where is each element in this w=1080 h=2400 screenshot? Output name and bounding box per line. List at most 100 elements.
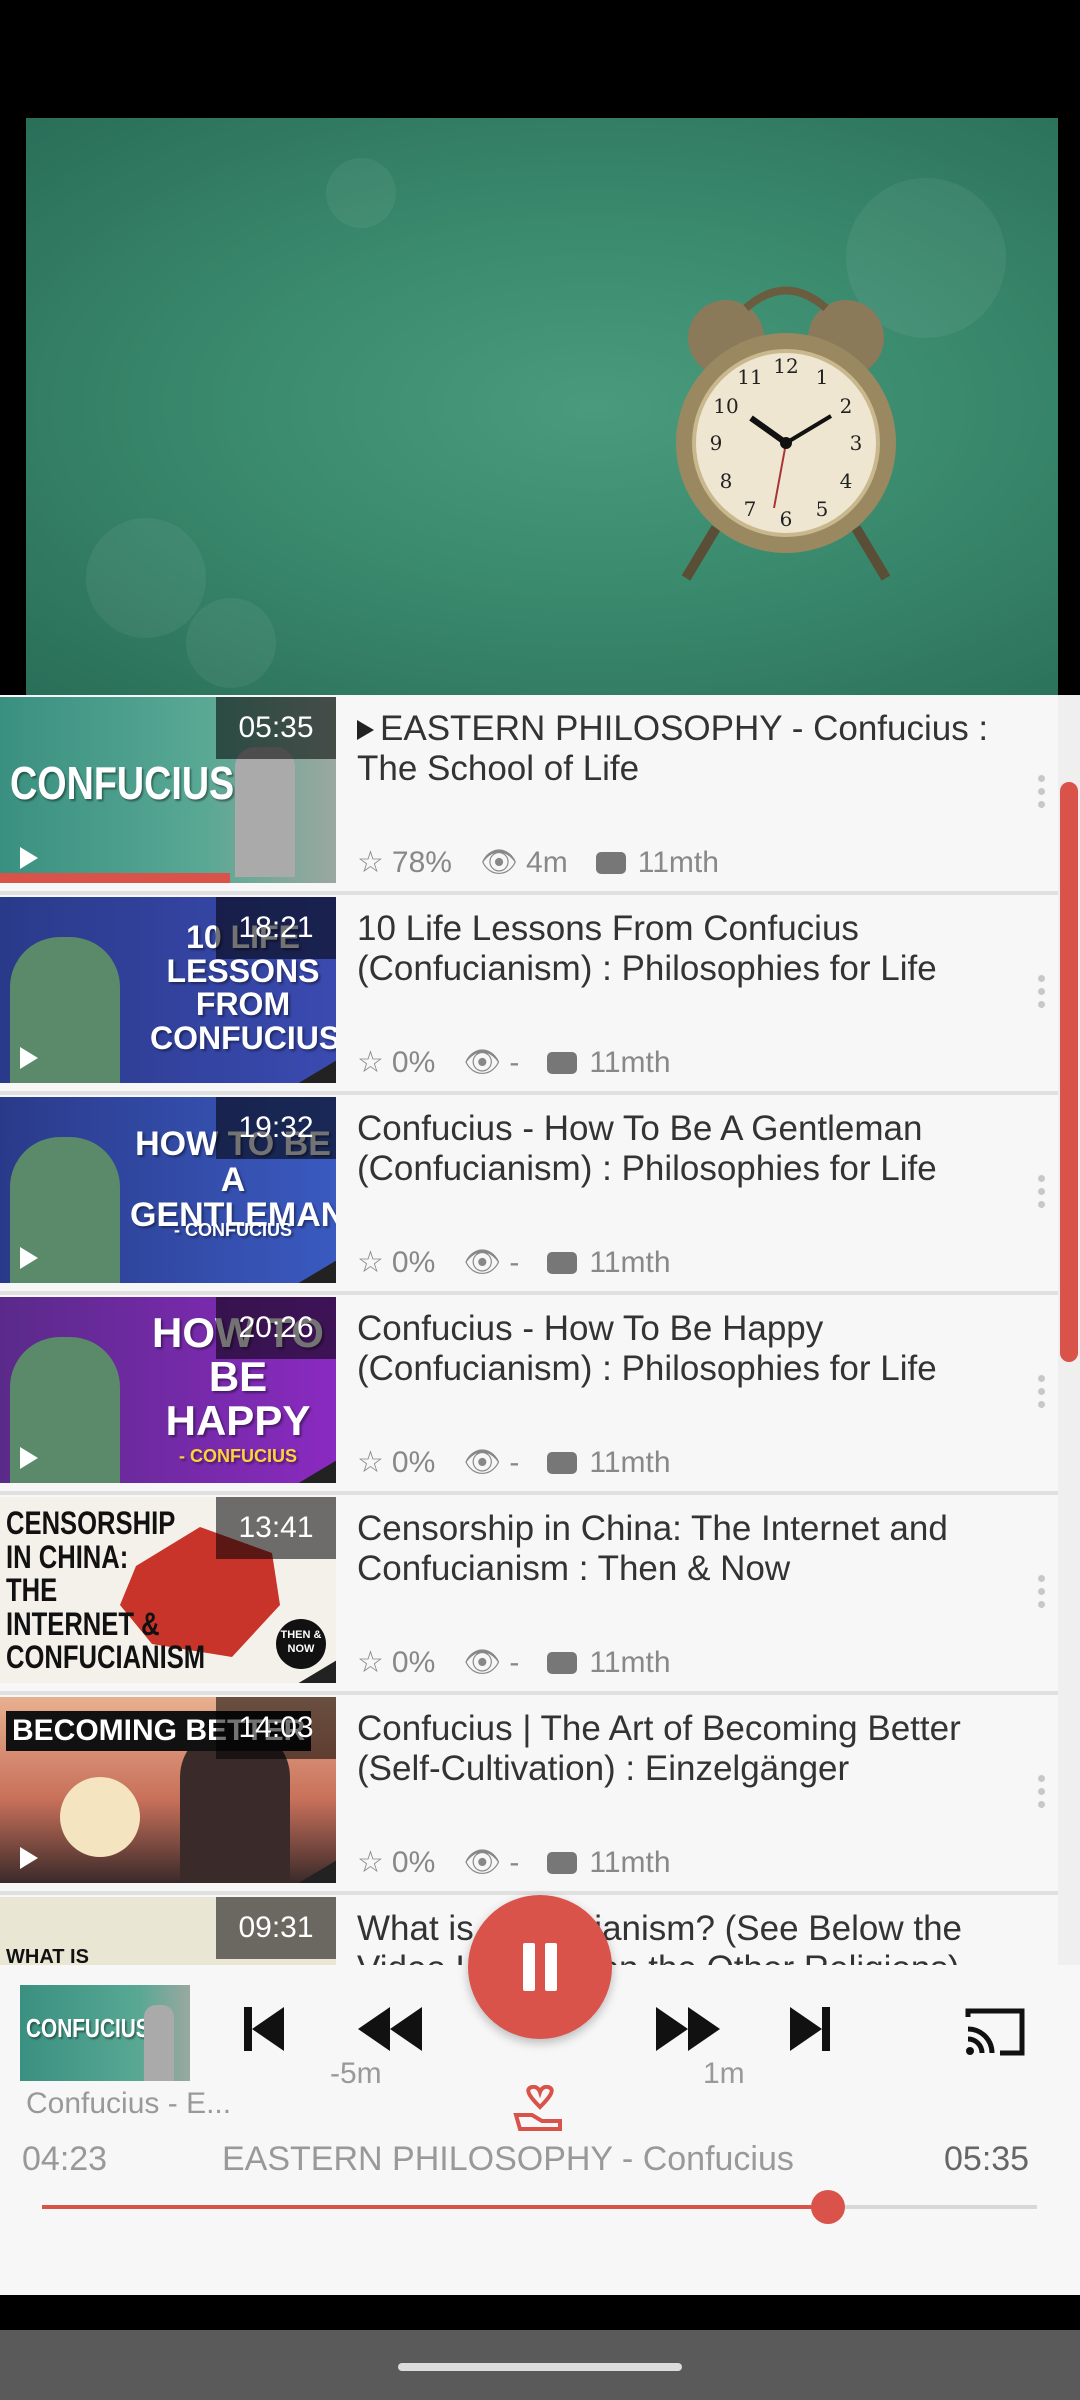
seek-track[interactable] (42, 2190, 1037, 2224)
current-time: 04:23 (22, 2140, 108, 2178)
duration-badge: 05:35 (216, 697, 336, 759)
playlist-scrollbar[interactable] (1060, 782, 1078, 1362)
rewind-label: -5m (330, 2057, 382, 2090)
fast-forward-icon-part (688, 2007, 720, 2051)
rating: 0% (391, 1645, 436, 1679)
play-icon (20, 847, 38, 869)
next-bar (822, 2007, 830, 2051)
total-time: 05:35 (944, 2140, 1030, 2178)
svg-text:3: 3 (850, 431, 863, 455)
video-title[interactable]: What is Confucianism? (See Below the Vid… (357, 1909, 1047, 1965)
rating: 0% (391, 1845, 436, 1879)
video-thumbnail[interactable]: CENSORSHIP IN CHINA: THE INTERNET & CONF… (0, 1497, 336, 1683)
play-icon (20, 1847, 38, 1869)
thumbnail-corner (297, 1460, 336, 1483)
youtube-icon (547, 1451, 578, 1474)
playlist[interactable]: CONFUCIUS 05:35 EASTERN PHILOSOPHY - Con… (0, 695, 1080, 1965)
video-thumbnail[interactable]: HOW TO BE A GENTLEMAN - CONFUCIUS 19:32 (0, 1097, 336, 1283)
age: 11mth (589, 1845, 671, 1879)
video-title[interactable]: 10 Life Lessons From Confucius (Confucia… (357, 909, 1047, 989)
star-icon: ☆ (357, 1646, 384, 1679)
previous-bar (244, 2007, 252, 2051)
home-gesture-pill[interactable] (398, 2363, 682, 2371)
video-meta: ☆ 0% 👁 - 11mth (357, 1445, 671, 1480)
video-player[interactable]: 12 3 6 9 12 45 7 8 10 11 (26, 118, 1058, 695)
pause-button[interactable] (468, 1895, 612, 2039)
svg-text:2: 2 (840, 394, 853, 418)
thumbnail-text: CONFUCIUS (10, 757, 235, 809)
age: 11mth (589, 1045, 671, 1079)
video-thumbnail[interactable]: HOW TO BE HAPPY - CONFUCIUS 20:26 (0, 1297, 336, 1483)
video-title[interactable]: EASTERN PHILOSOPHY - Confucius : The Sch… (357, 709, 1047, 789)
skip-next-icon (790, 2007, 822, 2051)
thumbnail-corner (297, 1260, 336, 1283)
bokeh (86, 518, 206, 638)
more-options-icon[interactable] (1038, 1175, 1046, 1215)
play-icon (20, 1247, 38, 1269)
video-thumbnail[interactable]: WHAT IS 09:31 (0, 1897, 336, 1965)
more-options-icon[interactable] (1038, 1575, 1046, 1615)
playlist-item[interactable]: 10 LIFE LESSONS FROM CONFUCIUS 18:21 10 … (0, 895, 1058, 1095)
more-options-icon[interactable] (1038, 1775, 1046, 1815)
video-title[interactable]: Confucius | The Art of Becoming Better (… (357, 1709, 1047, 1789)
svg-text:8: 8 (720, 469, 733, 493)
video-meta: ☆ 0% 👁 - 11mth (357, 1845, 671, 1880)
duration-badge: 14:03 (216, 1697, 336, 1759)
forward-label: 1m (703, 2057, 745, 2090)
watch-progress (0, 873, 230, 883)
more-options-icon[interactable] (1038, 1375, 1046, 1415)
skip-previous-icon (252, 2007, 284, 2051)
rating: 0% (391, 1045, 436, 1079)
playlist-item[interactable]: BECOMING BETTER 14:03 Confucius | The Ar… (0, 1695, 1058, 1895)
previous-track-button[interactable] (244, 2007, 284, 2056)
playlist-item[interactable]: CONFUCIUS 05:35 EASTERN PHILOSOPHY - Con… (0, 695, 1058, 895)
svg-text:5: 5 (816, 497, 829, 521)
video-title[interactable]: Confucius - How To Be Happy (Confucianis… (357, 1309, 1047, 1389)
playlist-item[interactable]: CENSORSHIP IN CHINA: THE INTERNET & CONF… (0, 1495, 1058, 1695)
seek-handle[interactable] (811, 2190, 846, 2224)
playlist-item[interactable]: HOW TO BE A GENTLEMAN - CONFUCIUS 19:32 … (0, 1095, 1058, 1295)
donate-icon[interactable] (512, 2085, 568, 2135)
more-options-icon[interactable] (1038, 775, 1046, 815)
eye-icon: 👁 (463, 1246, 502, 1279)
youtube-icon (547, 1651, 578, 1674)
more-options-icon[interactable] (1038, 975, 1046, 1015)
cast-icon[interactable] (964, 2007, 1026, 2057)
seek-progress (42, 2205, 829, 2209)
views: - (509, 1645, 520, 1679)
views: - (509, 1445, 520, 1479)
rewind-button[interactable] (358, 2007, 422, 2056)
bokeh (326, 158, 396, 228)
play-icon (20, 1047, 38, 1069)
thumbnail-corner (297, 1860, 336, 1883)
video-thumbnail[interactable]: 10 LIFE LESSONS FROM CONFUCIUS 18:21 (0, 897, 336, 1083)
track-title: EASTERN PHILOSOPHY - Confucius (222, 2140, 794, 2178)
rewind-icon-part (390, 2007, 422, 2051)
eye-icon: 👁 (463, 1446, 502, 1479)
video-thumbnail[interactable]: BECOMING BETTER 14:03 (0, 1697, 336, 1883)
playlist-item[interactable]: HOW TO BE HAPPY - CONFUCIUS 20:26 Confuc… (0, 1295, 1058, 1495)
video-title[interactable]: Confucius - How To Be A Gentleman (Confu… (357, 1109, 1047, 1189)
age: 11mth (589, 1445, 671, 1479)
duration-badge: 19:32 (216, 1097, 336, 1159)
next-track-button[interactable] (790, 2007, 830, 2056)
video-title[interactable]: Censorship in China: The Internet and Co… (357, 1509, 1047, 1589)
rating: 0% (391, 1445, 436, 1479)
alarm-clock-image: 12 3 6 9 12 45 78 10 11 (676, 286, 896, 581)
youtube-icon (547, 1851, 578, 1874)
fast-forward-button[interactable] (656, 2007, 720, 2056)
video-thumbnail[interactable]: CONFUCIUS 05:35 (0, 697, 336, 883)
thumbnail-subtext: - CONFUCIUS (174, 1220, 292, 1240)
svg-text:10: 10 (713, 394, 738, 418)
eye-icon: 👁 (463, 1646, 502, 1679)
fast-forward-icon (656, 2007, 688, 2051)
now-playing-short-title: Confucius - E... (26, 2087, 232, 2120)
now-playing-thumbnail[interactable]: CONFUCIUS (20, 1985, 190, 2081)
youtube-icon (595, 851, 626, 874)
views: - (509, 1245, 520, 1279)
statue-figure (144, 2005, 174, 2081)
sun-image (60, 1777, 140, 1857)
duration-badge: 09:31 (216, 1897, 336, 1959)
star-icon: ☆ (357, 1446, 384, 1479)
statue-figure (235, 747, 295, 877)
